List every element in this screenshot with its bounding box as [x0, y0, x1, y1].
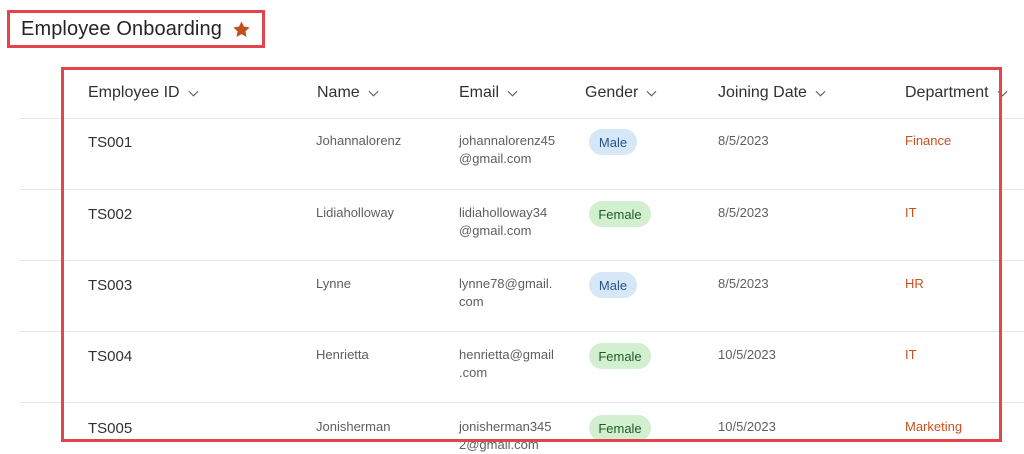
joining-date-cell: 8/5/2023 [718, 205, 769, 220]
chevron-down-icon [646, 90, 657, 97]
chevron-down-icon [368, 90, 379, 97]
column-header-employee-id[interactable]: Employee ID [88, 84, 199, 102]
row-divider [20, 331, 1024, 332]
column-header-gender[interactable]: Gender [585, 84, 657, 102]
email-cell: lidiaholloway34 @gmail.com [459, 204, 569, 240]
email-line: lynne78@gmail. [459, 276, 553, 291]
name-cell: Henrietta [316, 347, 369, 362]
email-line: com [459, 294, 484, 309]
chevron-down-icon [815, 90, 826, 97]
gender-badge: Male [589, 272, 637, 298]
column-header-joining-date[interactable]: Joining Date [718, 84, 826, 102]
gender-badge: Female [589, 343, 651, 369]
row-divider [20, 260, 1024, 261]
column-header-label: Department [905, 84, 989, 101]
chevron-down-icon [507, 90, 518, 97]
column-header-label: Employee ID [88, 84, 180, 101]
email-cell: jonisherman345 2@gmail.com [459, 418, 569, 454]
employee-id-cell: TS001 [88, 134, 133, 151]
email-line: henrietta@gmail [459, 347, 554, 362]
joining-date-cell: 10/5/2023 [718, 419, 776, 434]
name-cell: Johannalorenz [316, 133, 402, 148]
email-line: .com [459, 365, 488, 380]
employee-id-cell: TS003 [88, 277, 133, 294]
column-header-email[interactable]: Email [459, 84, 518, 102]
joining-date-cell: 8/5/2023 [718, 276, 769, 291]
department-cell: IT [905, 347, 917, 362]
column-header-department[interactable]: Department [905, 84, 1008, 102]
name-cell: Lidiaholloway [316, 205, 395, 220]
employee-id-cell: TS005 [88, 420, 133, 437]
chevron-down-icon [188, 90, 199, 97]
row-divider [20, 402, 1024, 403]
department-cell: Marketing [905, 419, 963, 434]
joining-date-cell: 10/5/2023 [718, 347, 776, 362]
gender-badge: Female [589, 201, 651, 227]
email-line: lidiaholloway34 [459, 205, 548, 220]
email-line: @gmail.com [459, 223, 532, 238]
email-cell: henrietta@gmail .com [459, 346, 569, 382]
column-header-label: Email [459, 84, 500, 101]
name-cell: Jonisherman [316, 419, 391, 434]
department-cell: HR [905, 276, 924, 291]
chevron-down-icon [997, 90, 1008, 97]
column-header-label: Joining Date [718, 84, 807, 101]
column-header-label: Name [317, 84, 360, 101]
header-divider [20, 118, 1024, 119]
gender-badge: Female [589, 415, 651, 441]
department-cell: IT [905, 205, 917, 220]
email-line: johannalorenz45 [459, 133, 556, 148]
email-line: 2@gmail.com [459, 437, 539, 452]
email-line: @gmail.com [459, 151, 532, 166]
email-cell: lynne78@gmail. com [459, 275, 569, 311]
list-table: Employee ID Name Email Gender Joining Da… [0, 0, 1024, 454]
joining-date-cell: 8/5/2023 [718, 133, 769, 148]
employee-id-cell: TS002 [88, 206, 133, 223]
name-cell: Lynne [316, 276, 351, 291]
column-header-name[interactable]: Name [317, 84, 379, 102]
row-divider [20, 189, 1024, 190]
email-line: jonisherman345 [459, 419, 552, 434]
column-header-label: Gender [585, 84, 639, 101]
email-cell: johannalorenz45 @gmail.com [459, 132, 569, 168]
gender-badge: Male [589, 129, 637, 155]
employee-id-cell: TS004 [88, 348, 133, 365]
department-cell: Finance [905, 133, 952, 148]
